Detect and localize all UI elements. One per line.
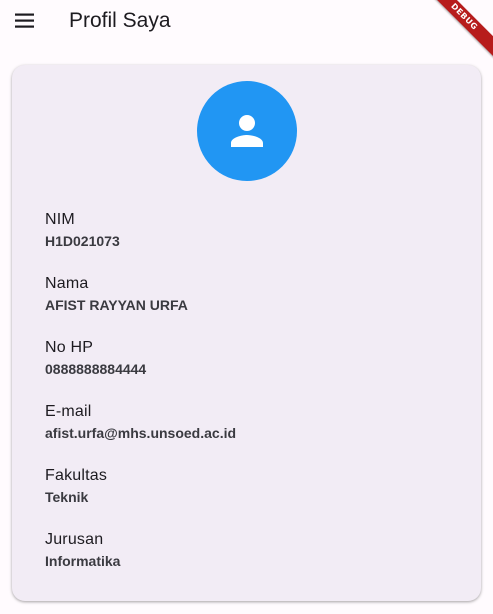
field-nama: Nama AFIST RAYYAN URFA	[45, 274, 188, 314]
field-jurusan: Jurusan Informatika	[45, 530, 120, 570]
menu-icon	[15, 13, 34, 28]
field-label-no-hp: No HP	[45, 339, 94, 356]
field-email: E-mail afist.urfa@mhs.unsoed.ac.id	[45, 402, 236, 442]
field-label-fakultas: Fakultas	[45, 467, 108, 484]
field-label-nim: NIM	[45, 211, 75, 228]
person-icon	[231, 115, 263, 147]
avatar	[197, 81, 297, 181]
field-label-jurusan: Jurusan	[45, 531, 104, 548]
app-bar: Profil Saya	[0, 0, 493, 42]
field-value-fakultas: Teknik	[45, 489, 89, 505]
field-nim: NIM H1D021073	[45, 210, 120, 250]
field-label-email: E-mail	[45, 403, 92, 420]
page-title: Profil Saya	[69, 9, 171, 32]
menu-button[interactable]	[14, 10, 36, 32]
field-value-jurusan: Informatika	[45, 553, 121, 569]
field-value-nim: H1D021073	[45, 233, 120, 249]
field-fakultas: Fakultas Teknik	[45, 466, 107, 506]
field-no-hp: No HP 0888888884444	[45, 338, 146, 378]
profile-card: NIM H1D021073 Nama AFIST RAYYAN URFA No …	[12, 65, 481, 601]
field-value-email: afist.urfa@mhs.unsoed.ac.id	[45, 425, 237, 441]
field-value-nama: AFIST RAYYAN URFA	[45, 297, 188, 313]
field-value-no-hp: 0888888884444	[45, 361, 147, 377]
field-label-nama: Nama	[45, 275, 89, 292]
